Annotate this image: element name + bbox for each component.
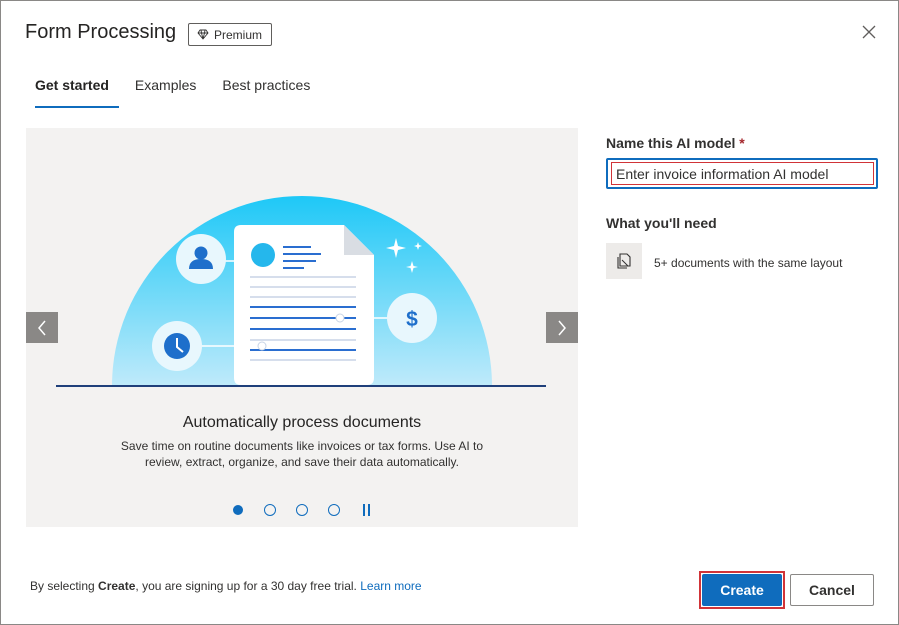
- document-processing-illustration: $: [56, 196, 546, 387]
- tab-examples[interactable]: Examples: [125, 77, 206, 107]
- pause-icon[interactable]: [360, 504, 372, 516]
- previous-slide-button[interactable]: [26, 312, 58, 343]
- create-button[interactable]: Create: [702, 574, 782, 606]
- trial-notice: By selecting Create, you are signing up …: [30, 579, 422, 593]
- required-marker: *: [739, 135, 745, 151]
- slide-dot-2[interactable]: [264, 504, 276, 516]
- premium-badge-label: Premium: [214, 27, 263, 42]
- close-icon: [862, 25, 876, 39]
- dollar-symbol: $: [406, 308, 418, 331]
- form-processing-dialog: Form Processing Premium Get started Exam…: [0, 0, 899, 625]
- requirement-icon-tile: [606, 243, 642, 279]
- slide-dot-1[interactable]: [233, 505, 243, 515]
- chevron-right-icon: [558, 320, 566, 335]
- documents-icon: [617, 253, 631, 269]
- requirement-text: 5+ documents with the same layout: [654, 256, 843, 270]
- trial-notice-suffix: , you are signing up for a 30 day free t…: [135, 579, 357, 593]
- trial-notice-bold: Create: [98, 579, 136, 593]
- model-name-label-text: Name this AI model: [606, 135, 736, 151]
- next-slide-button[interactable]: [546, 312, 578, 343]
- premium-badge: Premium: [188, 23, 273, 46]
- learn-more-link[interactable]: Learn more: [360, 579, 421, 593]
- dialog-title: Form Processing: [25, 21, 177, 43]
- requirements-title: What you'll need: [606, 215, 717, 231]
- slide-title: Automatically process documents: [182, 414, 422, 431]
- model-name-label: Name this AI model *: [606, 135, 745, 151]
- tab-list: Get started Examples Best practices: [25, 77, 320, 108]
- tab-get-started[interactable]: Get started: [25, 77, 119, 108]
- cancel-button[interactable]: Cancel: [790, 574, 874, 606]
- carousel: $ Automatically process documents Save t…: [26, 128, 578, 527]
- close-button[interactable]: [859, 22, 879, 42]
- chevron-left-icon: [38, 320, 46, 335]
- slide-description: Save time on routine documents like invo…: [120, 439, 484, 469]
- slide-dot-4[interactable]: [328, 504, 340, 516]
- diamond-icon: [197, 29, 209, 40]
- trial-notice-prefix: By selecting: [30, 579, 99, 593]
- slide-dot-3[interactable]: [296, 504, 308, 516]
- tab-best-practices[interactable]: Best practices: [212, 77, 320, 107]
- model-name-input-frame: [611, 162, 874, 185]
- model-name-input[interactable]: [612, 163, 873, 184]
- slide-indicators: [232, 504, 372, 516]
- model-name-field: [606, 158, 878, 189]
